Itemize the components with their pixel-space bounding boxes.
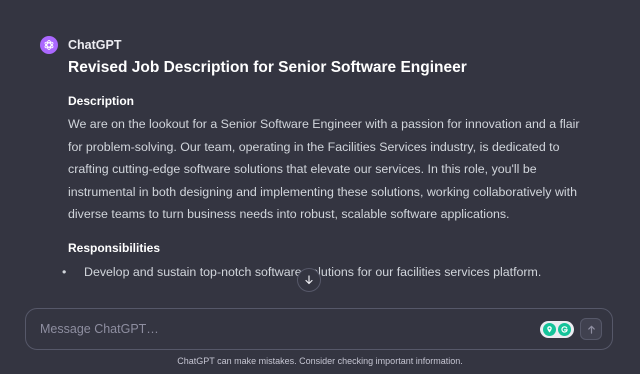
response-title: Revised Job Description for Senior Softw… — [68, 59, 467, 76]
responsibilities-heading: Responsibilities — [68, 240, 161, 255]
arrow-down-icon — [305, 275, 313, 285]
message-input[interactable] — [38, 321, 540, 337]
message-header: ChatGPT — [40, 36, 600, 54]
chat-page: ChatGPT Revised Job Description for Seni… — [0, 0, 640, 374]
message-composer — [25, 308, 613, 350]
arrow-up-icon — [587, 325, 595, 334]
message-content: Revised Job Description for Senior Softw… — [62, 58, 588, 282]
responsibilities-list: • Develop and sustain top-notch software… — [62, 262, 588, 282]
sender-name: ChatGPT — [68, 38, 122, 52]
openai-logo-icon — [40, 36, 58, 54]
grammarly-g-icon[interactable] — [558, 322, 571, 336]
send-button[interactable] — [580, 318, 602, 340]
description-text: We are on the lookout for a Senior Softw… — [68, 117, 580, 221]
conversation-area[interactable]: ChatGPT Revised Job Description for Seni… — [0, 0, 640, 305]
description-heading: Description — [68, 94, 135, 108]
grammarly-widget[interactable] — [540, 320, 574, 338]
assistant-message: ChatGPT Revised Job Description for Seni… — [40, 36, 600, 282]
scroll-to-bottom-button[interactable] — [297, 268, 321, 292]
bullet-icon: • — [62, 264, 67, 279]
grammarly-location-icon[interactable] — [543, 322, 556, 336]
list-item: • Develop and sustain top-notch software… — [62, 262, 588, 282]
disclaimer-text: ChatGPT can make mistakes. Consider chec… — [177, 356, 463, 366]
